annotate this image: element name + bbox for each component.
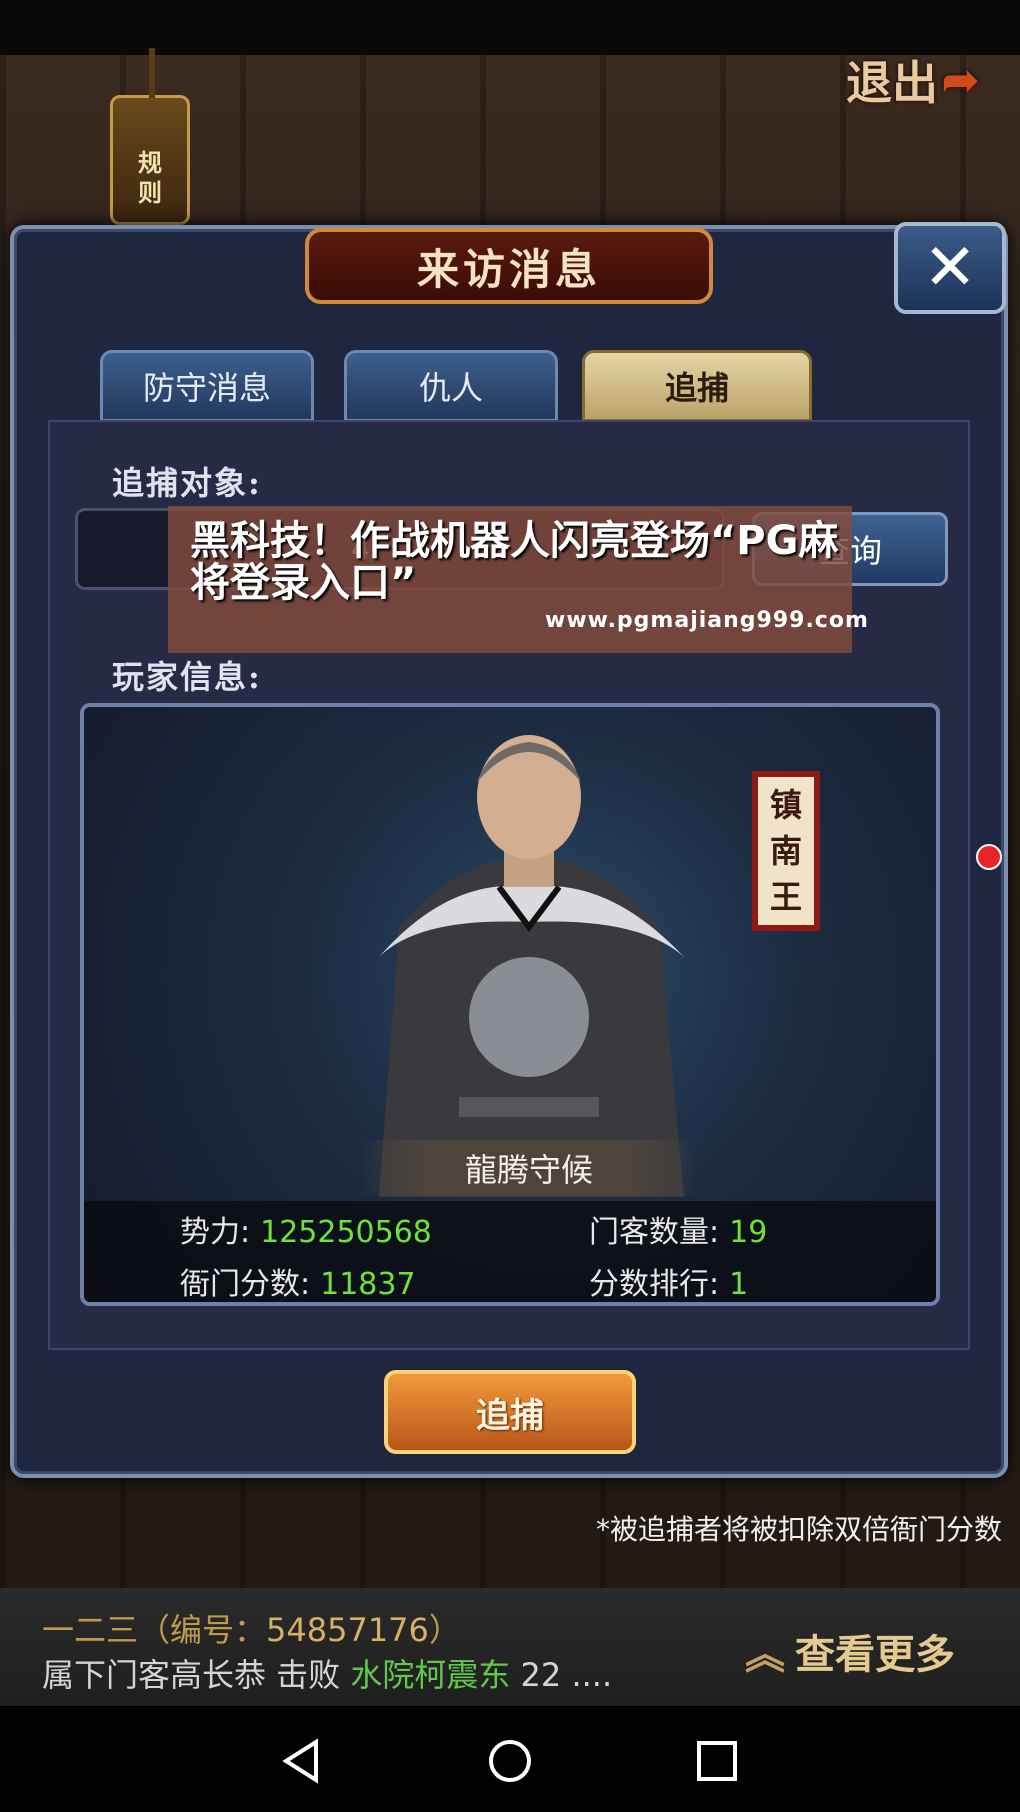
stat-label: 势力: (180, 1215, 251, 1250)
title-badge-text: 龍腾守候 (464, 1151, 593, 1189)
stat-value: 19 (729, 1215, 768, 1250)
stat-label: 衙门分数: (180, 1267, 311, 1302)
notification-dot[interactable] (976, 844, 1002, 870)
stat-value: 11837 (320, 1267, 416, 1302)
rules-button[interactable]: 规 则 (110, 48, 190, 225)
rank-title-banner: 镇 南 王 (752, 771, 820, 931)
tab-defense-messages[interactable]: 防守消息 (100, 350, 314, 422)
exit-label: 退出 (846, 56, 938, 110)
exit-arrow-icon: ➦ (942, 54, 979, 106)
stat-value: 1 (729, 1267, 749, 1302)
stat-label: 门客数量: (589, 1215, 720, 1250)
tab-label: 追捕 (664, 369, 729, 407)
feed-line-1: 一二三（编号：54857176） (42, 1605, 461, 1651)
recents-icon[interactable] (692, 1736, 742, 1786)
target-label: 追捕对象: (112, 464, 262, 502)
feed-paren: ） (428, 1611, 461, 1649)
rank-title-text: 镇 南 王 (769, 786, 802, 916)
feed-suffix: 22 .... (510, 1656, 613, 1694)
pursue-label: 追捕 (476, 1395, 544, 1436)
feed-player-id: 54857176 (266, 1611, 429, 1649)
close-icon: ✕ (923, 231, 977, 305)
player-info-label: 玩家信息: (112, 658, 262, 696)
tab-label: 仇人 (418, 369, 483, 407)
home-icon[interactable] (485, 1736, 535, 1786)
stat-guests: 门客数量: 19 (589, 1207, 767, 1251)
promo-title: 黑科技！作战机器人闪亮登场“PG麻将登录入口” (190, 518, 839, 606)
feed-player-name: 一二三（编号： (42, 1611, 267, 1649)
stat-label: 分数排行: (589, 1267, 720, 1302)
tab-label: 防守消息 (142, 369, 271, 407)
dialog-title-text: 来访消息 (416, 244, 601, 294)
back-icon[interactable] (278, 1736, 328, 1786)
title-badge: 龍腾守候 (359, 1140, 699, 1196)
tab-pursue[interactable]: 追捕 (582, 350, 812, 422)
stat-power: 势力: 125250568 (180, 1207, 432, 1251)
stat-value: 125250568 (260, 1215, 432, 1250)
feed-line-2: 属下门客高长恭 击败 水院柯震东 22 .... (42, 1650, 612, 1696)
dialog-title: 来访消息 (305, 228, 713, 304)
view-more-label: 查看更多 (795, 1631, 955, 1678)
player-card: 镇 南 王 龍腾守候 势力: 125250568 门客数量: 19 衙门分数: 118… (80, 703, 940, 1306)
stat-score: 衙门分数: 11837 (180, 1259, 416, 1302)
promo-url: www.pgmajiang999.com (545, 608, 869, 633)
chevron-up-icon: ︽ (745, 1631, 785, 1678)
view-more-button[interactable]: ︽ 查看更多 (745, 1622, 955, 1680)
player-stats: 势力: 125250568 门客数量: 19 衙门分数: 11837 分数排行: 1 (84, 1201, 936, 1302)
close-button[interactable]: ✕ (894, 222, 1006, 314)
stat-rank: 分数排行: 1 (589, 1259, 749, 1302)
rules-label: 规 则 (138, 148, 162, 207)
pursue-note: *被追捕者将被扣除双倍衙门分数 (595, 1513, 1002, 1546)
feed-text: 属下门客高长恭 击败 (42, 1656, 351, 1694)
pursue-button[interactable]: 追捕 (384, 1370, 636, 1454)
exit-button[interactable]: 退出 ➦ (846, 45, 1006, 115)
tab-enemies[interactable]: 仇人 (344, 350, 558, 422)
player-portrait (379, 735, 684, 1197)
feed-target-name: 水院柯震东 (350, 1656, 511, 1694)
